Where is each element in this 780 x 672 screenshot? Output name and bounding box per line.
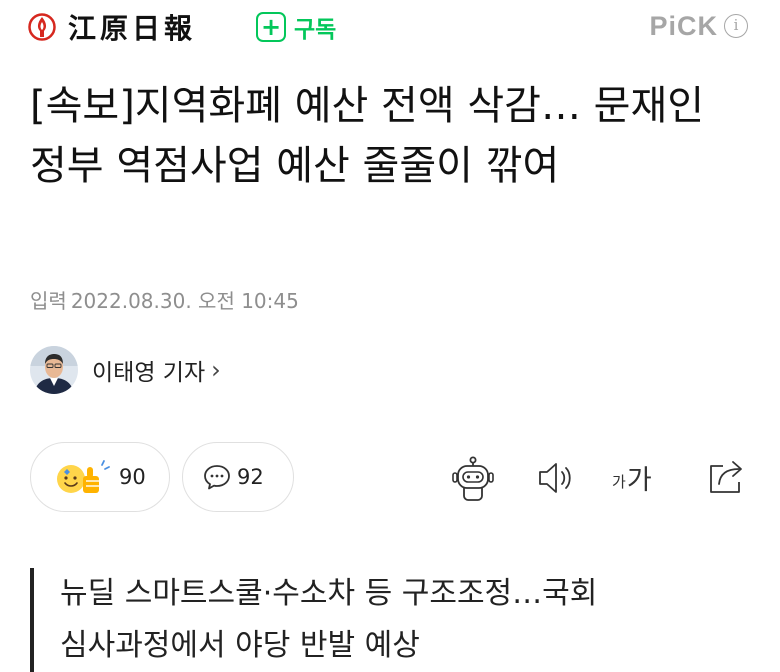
- reaction-count: 90: [119, 465, 146, 489]
- plus-icon: +: [256, 12, 286, 42]
- press-header: 江原日報 + 구독 PiCK i: [0, 0, 780, 56]
- font-size-large-label: 가: [626, 465, 652, 496]
- article-date: 입력 2022.08.30. 오전 10:45: [30, 285, 299, 314]
- article-page: 江原日報 + 구독 PiCK i [속보]지역화폐 예산 전액 삭감… 문재인 …: [0, 0, 780, 672]
- date-value: 2022.08.30. 오전 10:45: [70, 289, 299, 313]
- share-icon[interactable]: [705, 456, 747, 496]
- font-size-small-label: 가: [612, 473, 626, 491]
- comment-button[interactable]: 92: [182, 442, 294, 512]
- avatar: [30, 346, 78, 394]
- reporter-name: 이태영 기자: [92, 360, 206, 386]
- comment-bubble-icon: [204, 465, 230, 490]
- press-logo[interactable]: 江原日報: [28, 8, 196, 46]
- pick-label: PiCK: [649, 10, 718, 41]
- reaction-emoji-icon: [57, 460, 110, 493]
- info-icon[interactable]: i: [724, 14, 748, 38]
- pick-badge: PiCK i: [649, 10, 748, 42]
- robot-summary-icon[interactable]: [449, 456, 497, 502]
- article-title: [속보]지역화폐 예산 전액 삭감… 문재인 정부 역점사업 예산 줄줄이 깎여: [30, 83, 705, 189]
- subscribe-button[interactable]: + 구독: [256, 10, 336, 44]
- chevron-right-icon: ›: [211, 356, 221, 384]
- press-name: 江原日報: [68, 12, 197, 45]
- font-size-button[interactable]: 가가: [612, 456, 652, 496]
- comment-count: 92: [237, 465, 264, 489]
- date-label: 입력: [30, 289, 67, 313]
- article-summary: 뉴딜 스마트스쿨·수소차 등 구조조정…국회 심사과정에서 야당 반발 예상: [30, 568, 750, 672]
- reaction-button[interactable]: 90: [30, 442, 170, 512]
- torch-flame-icon: [28, 13, 56, 41]
- reporter-link[interactable]: 이태영 기자 ›: [30, 344, 221, 396]
- speaker-icon[interactable]: [536, 460, 576, 496]
- subscribe-label: 구독: [294, 17, 337, 43]
- summary-text: 뉴딜 스마트스쿨·수소차 등 구조조정…국회 심사과정에서 야당 반발 예상: [60, 576, 598, 663]
